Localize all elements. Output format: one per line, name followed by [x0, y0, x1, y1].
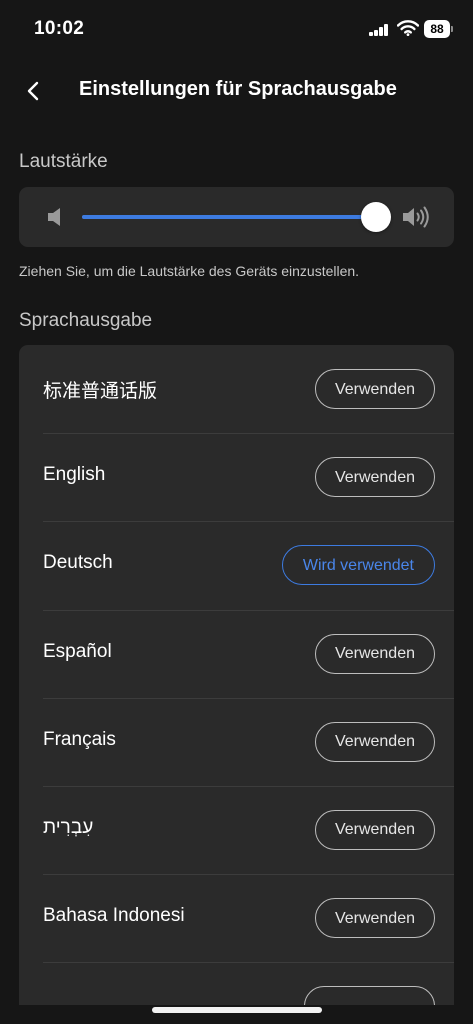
voices-section-label: Sprachausgabe — [19, 310, 153, 331]
use-voice-button[interactable]: Verwenden — [314, 721, 435, 762]
volume-card — [19, 187, 454, 247]
volume-section-label: Lautstärke — [19, 151, 108, 172]
voice-name: עִבְרִית — [43, 816, 94, 838]
wifi-icon — [397, 20, 419, 36]
voice-list: 标准普通话版 Verwenden English Verwenden Deuts… — [19, 345, 454, 1005]
use-voice-button-partial[interactable] — [304, 986, 435, 1005]
volume-slider-thumb[interactable] — [361, 202, 391, 232]
voice-row-spanish: Español Verwenden — [19, 609, 454, 698]
voice-row-indonesian: Bahasa Indonesi Verwenden — [19, 874, 454, 962]
voice-name: 标准普通话版 — [43, 381, 158, 402]
voice-row-mandarin: 标准普通话版 Verwenden — [19, 345, 454, 433]
speaker-high-icon — [403, 206, 429, 228]
voice-name: Deutsch — [43, 552, 113, 574]
status-time: 10:02 — [34, 18, 85, 39]
signal-icon — [369, 24, 389, 36]
chevron-left-icon[interactable] — [22, 78, 44, 104]
speaker-low-icon — [48, 208, 60, 226]
voice-row-french: Français Verwenden — [19, 697, 454, 786]
voice-name: Français — [43, 728, 116, 750]
voice-name: Español — [43, 640, 112, 662]
use-voice-button[interactable]: Verwenden — [314, 369, 435, 409]
use-voice-button[interactable]: Verwenden — [314, 898, 435, 939]
status-bar: 10:02 88 — [0, 0, 473, 58]
page-title: Einstellungen für Sprachausgabe — [79, 78, 397, 100]
voice-name: Bahasa Indonesi — [43, 905, 185, 927]
voice-name: English — [43, 464, 106, 486]
volume-slider[interactable] — [82, 215, 376, 219]
active-voice-button[interactable]: Wird verwendet — [281, 545, 435, 586]
use-voice-button[interactable]: Verwenden — [314, 633, 435, 674]
nav-bar: Einstellungen für Sprachausgabe — [0, 66, 473, 116]
battery-level: 88 — [424, 20, 450, 38]
home-indicator — [152, 1007, 322, 1013]
battery-icon: 88 — [424, 20, 453, 38]
voice-row-english: English Verwenden — [19, 433, 454, 521]
voice-row-partial — [19, 962, 454, 1005]
use-voice-button[interactable]: Verwenden — [314, 809, 435, 850]
use-voice-button[interactable]: Verwenden — [314, 457, 435, 498]
voice-row-hebrew: עִבְרִית Verwenden — [19, 785, 454, 874]
volume-hint: Ziehen Sie, um die Lautstärke des Geräts… — [19, 263, 360, 279]
voice-row-german: Deutsch Wird verwendet — [19, 521, 454, 609]
volume-slider-fill — [82, 215, 376, 219]
